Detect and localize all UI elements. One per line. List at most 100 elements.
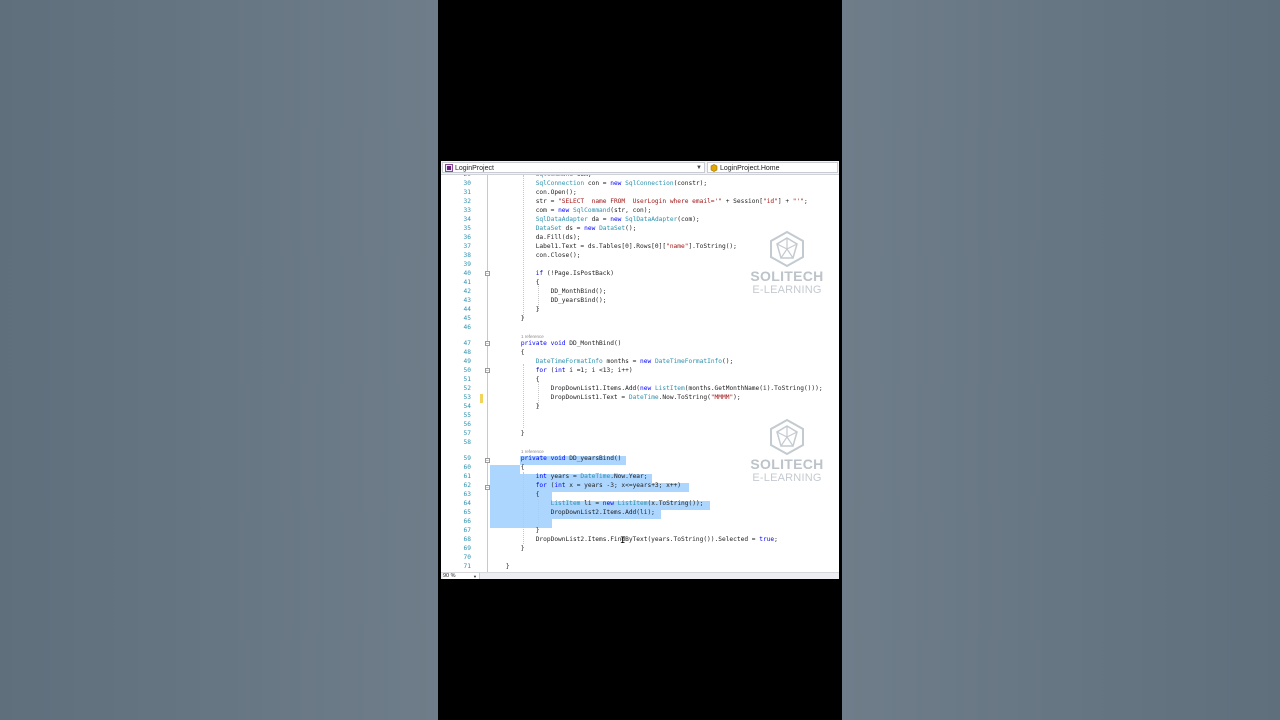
- line-number: 36: [463, 234, 471, 241]
- code-text: {: [491, 278, 540, 287]
- code-token: years =: [546, 473, 581, 480]
- code-text: SqlConnection con = new SqlConnection(co…: [491, 179, 707, 188]
- code-token: str =: [491, 198, 559, 205]
- code-line[interactable]: 37 Label1.Text = ds.Tables[0].Rows[0]["n…: [441, 242, 839, 251]
- project-dropdown[interactable]: LoginProject ▼: [442, 162, 705, 173]
- line-number: 53: [463, 394, 471, 401]
- code-token: DD_yearsBind();: [491, 297, 607, 304]
- code-line[interactable]: 58: [441, 438, 839, 447]
- code-token: for: [535, 482, 547, 489]
- code-line[interactable]: 34 SqlDataAdapter da = new SqlDataAdapte…: [441, 215, 839, 224]
- code-editor[interactable]: − − − − − SOLITECH E-LEARNING SOLITECH E…: [441, 175, 839, 572]
- code-line[interactable]: 42 DD_MonthBind();: [441, 287, 839, 296]
- code-token: {: [491, 349, 525, 356]
- code-line[interactable]: 65 DropDownList2.Items.Add(li);: [441, 508, 839, 517]
- code-line[interactable]: 33 com = new SqlCommand(str, con);: [441, 206, 839, 215]
- code-token: for: [535, 367, 547, 374]
- line-number: 56: [463, 421, 471, 428]
- code-line[interactable]: 48 {: [441, 348, 839, 357]
- chevron-down-icon: ▼: [473, 574, 477, 579]
- code-line[interactable]: 32 str = "SELECT name FROM UserLogin whe…: [441, 197, 839, 206]
- class-dropdown[interactable]: LoginProject.Home: [707, 162, 838, 173]
- blurred-background-right: [842, 0, 1280, 720]
- code-token: DataSet: [535, 225, 562, 232]
- code-line[interactable]: 64 ListItem li = new ListItem(x.ToString…: [441, 499, 839, 508]
- code-line[interactable]: 70: [441, 553, 839, 562]
- code-line[interactable]: 39: [441, 260, 839, 269]
- code-line[interactable]: 31 con.Open();: [441, 188, 839, 197]
- code-line[interactable]: 57 }: [441, 429, 839, 438]
- line-number: 69: [463, 545, 471, 552]
- code-line[interactable]: 60 {: [441, 463, 839, 472]
- code-text: }: [491, 562, 510, 571]
- code-text: SqlDataAdapter da = new SqlDataAdapter(c…: [491, 215, 700, 224]
- line-number: 34: [463, 216, 471, 223]
- code-token: ;: [774, 536, 778, 543]
- code-line[interactable]: 55: [441, 411, 839, 420]
- code-line[interactable]: 47 private void DD_MonthBind(): [441, 339, 839, 348]
- line-number: 41: [463, 279, 471, 286]
- zoom-dropdown[interactable]: 90 % ▼: [443, 573, 480, 579]
- code-line[interactable]: 50 for (int i =1; i <13; i++): [441, 366, 839, 375]
- code-line[interactable]: 46: [441, 323, 839, 332]
- editor-status-bar: 90 % ▼: [441, 572, 839, 579]
- code-token: ();: [625, 225, 637, 232]
- code-line[interactable]: 43 DD_yearsBind();: [441, 296, 839, 305]
- code-line[interactable]: 40 if (!Page.IsPostBack): [441, 269, 839, 278]
- code-token: new: [640, 385, 652, 392]
- project-name: LoginProject: [455, 165, 494, 172]
- code-token: da.Fill(ds);: [491, 234, 581, 241]
- code-line[interactable]: 69 }: [441, 544, 839, 553]
- code-token: SqlDataAdapter: [535, 216, 588, 223]
- code-line[interactable]: 56: [441, 420, 839, 429]
- code-text: da.Fill(ds);: [491, 233, 581, 242]
- code-token: }: [491, 315, 525, 322]
- code-token: li =: [580, 500, 603, 507]
- code-token: ListItem: [654, 385, 685, 392]
- code-line[interactable]: 38 con.Close();: [441, 251, 839, 260]
- code-line[interactable]: 66: [441, 517, 839, 526]
- line-number: 47: [463, 340, 471, 347]
- code-line[interactable]: 68 DropDownList2.Items.FindByText(years.…: [441, 535, 839, 544]
- code-token: ListItem: [550, 500, 581, 507]
- code-token: da =: [587, 216, 611, 223]
- code-line[interactable]: 54 }: [441, 402, 839, 411]
- code-line[interactable]: 71 }: [441, 562, 839, 571]
- code-line[interactable]: 53 DropDownList1.Text = DateTime.Now.ToS…: [441, 393, 839, 402]
- code-token: DropDownList1.Items.Add(: [491, 385, 641, 392]
- code-token: new: [602, 500, 614, 507]
- code-token: ;: [803, 198, 808, 205]
- line-number: 66: [463, 518, 471, 525]
- code-text: }: [491, 526, 540, 535]
- line-number: 31: [463, 189, 471, 196]
- code-line[interactable]: 61 int years = DateTime.Now.Year;: [441, 472, 839, 481]
- code-line[interactable]: 51 {: [441, 375, 839, 384]
- code-line[interactable]: 45 }: [441, 314, 839, 323]
- code-line[interactable]: 62 for (int x = years -3; x<=years+3; x+…: [441, 481, 839, 490]
- code-line[interactable]: 35 DataSet ds = new DataSet();: [441, 224, 839, 233]
- code-token: SqlDataAdapter: [625, 216, 678, 223]
- code-line[interactable]: 59 private void DD_yearsBind(): [441, 454, 839, 463]
- line-number: 35: [463, 225, 471, 232]
- code-token: new: [610, 216, 622, 223]
- line-number: 67: [463, 527, 471, 534]
- zoom-level: 90 %: [443, 573, 456, 579]
- code-text: DateTimeFormatInfo months = new DateTime…: [491, 357, 734, 366]
- code-token: SqlCommand: [536, 175, 573, 178]
- code-token: com;: [573, 175, 592, 178]
- code-token: (!Page.IsPostBack): [543, 270, 614, 277]
- code-line[interactable]: 67 }: [441, 526, 839, 535]
- code-line[interactable]: 52 DropDownList1.Items.Add(new ListItem(…: [441, 384, 839, 393]
- code-token: void: [550, 455, 566, 462]
- code-line[interactable]: 30 SqlConnection con = new SqlConnection…: [441, 179, 839, 188]
- code-line[interactable]: 44 }: [441, 305, 839, 314]
- code-line[interactable]: 49 DateTimeFormatInfo months = new DateT…: [441, 357, 839, 366]
- code-token: }: [491, 306, 540, 313]
- code-line[interactable]: 63 {: [441, 490, 839, 499]
- code-line[interactable]: 36 da.Fill(ds);: [441, 233, 839, 242]
- code-line[interactable]: 41 {: [441, 278, 839, 287]
